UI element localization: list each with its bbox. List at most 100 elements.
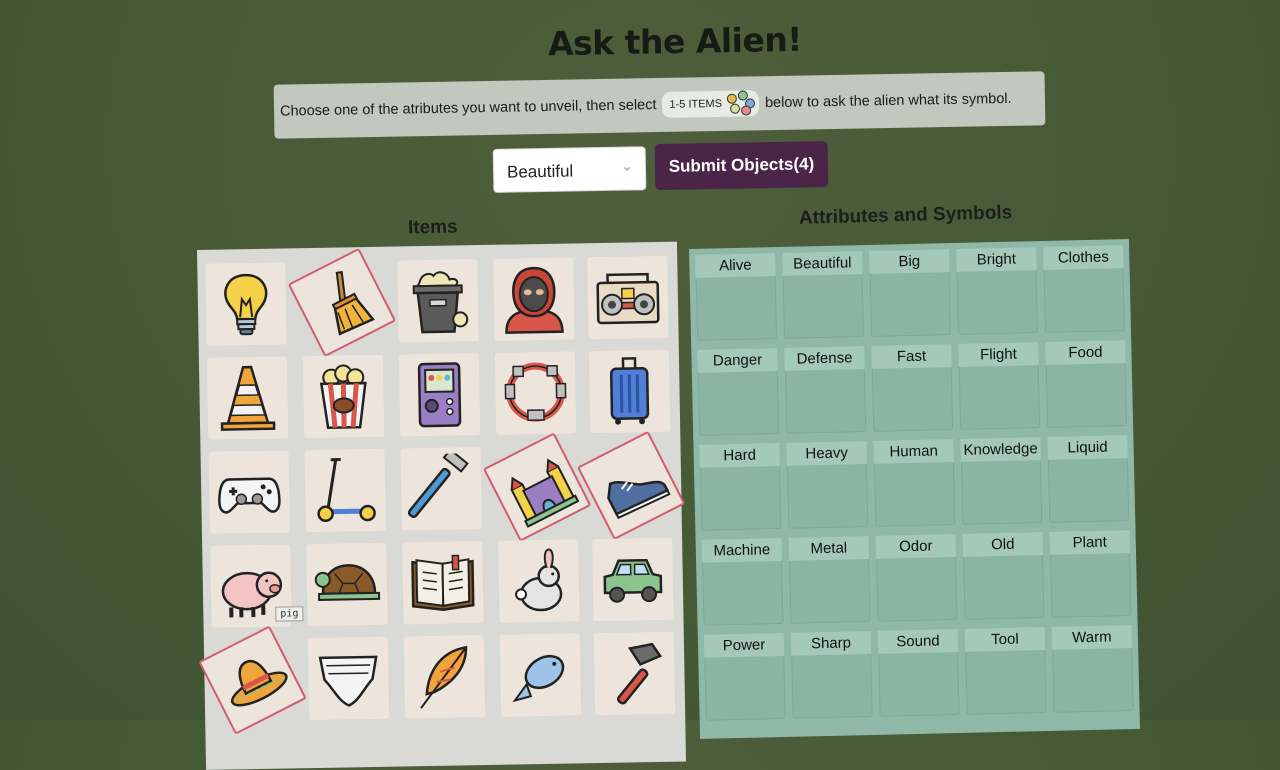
attribute-label: Hard: [699, 442, 780, 468]
diaper-icon: [318, 655, 378, 707]
attribute-label: Clothes: [1043, 245, 1124, 270]
attribute-cell[interactable]: Liquid: [1047, 435, 1130, 523]
item-turtle[interactable]: [306, 542, 388, 627]
attribute-cell[interactable]: Warm: [1051, 625, 1134, 713]
items-grid: pig: [197, 241, 687, 770]
item-tambourine[interactable]: [494, 351, 577, 435]
attribute-cell[interactable]: Bright: [956, 247, 1038, 335]
attribute-cell[interactable]: Fast: [871, 344, 954, 432]
item-car[interactable]: [592, 537, 674, 622]
attribute-cell[interactable]: Defense: [784, 346, 867, 434]
attribute-label: Human: [873, 439, 954, 464]
item-fish[interactable]: [499, 633, 582, 717]
attribute-cell[interactable]: Machine: [701, 537, 784, 626]
attribute-label: Alive: [695, 253, 776, 278]
attribute-cell[interactable]: Alive: [695, 253, 778, 341]
attribute-select-value: Beautiful: [506, 161, 574, 182]
submit-objects-button[interactable]: Submit Objects(4): [654, 141, 829, 191]
item-traffic-cone[interactable]: [206, 356, 289, 440]
game-controller-icon: [218, 477, 281, 514]
item-diaper[interactable]: [307, 636, 390, 721]
attribute-label: Beautiful: [782, 251, 863, 276]
item-hammer[interactable]: [593, 631, 676, 716]
item-popcorn[interactable]: [302, 354, 385, 439]
item-lightbulb[interactable]: [205, 262, 287, 346]
instructions-bar: Choose one of the atributes you want to …: [273, 71, 1046, 139]
turtle-icon: [314, 564, 381, 601]
attribute-cell[interactable]: Clothes: [1043, 245, 1125, 333]
attribute-label: Sharp: [790, 630, 872, 656]
attribute-cell[interactable]: Sound: [877, 629, 960, 717]
item-scooter[interactable]: [304, 448, 386, 533]
attribute-label: Metal: [788, 536, 870, 561]
attribute-label: Flight: [958, 342, 1039, 367]
items-count-label: 1-5 ITEMS: [669, 97, 723, 111]
attribute-label: Danger: [697, 348, 778, 373]
item-book[interactable]: [402, 541, 484, 625]
attribute-cell[interactable]: Power: [703, 632, 786, 721]
item-razor[interactable]: [400, 447, 482, 531]
items-dots-icon: [725, 90, 756, 116]
attribute-cell[interactable]: Hard: [699, 442, 782, 531]
item-broom[interactable]: [287, 247, 397, 358]
item-feather[interactable]: [403, 635, 486, 719]
attribute-cell[interactable]: Danger: [697, 348, 780, 436]
attribute-cell[interactable]: Plant: [1049, 530, 1132, 618]
attribute-cell[interactable]: Flight: [958, 342, 1041, 430]
attribute-label: Fast: [871, 344, 952, 369]
attributes-grid: Alive Beautiful Big Bright Clothes Dange…: [689, 239, 1141, 739]
item-hooded-person[interactable]: [493, 257, 575, 341]
attribute-cell[interactable]: Beautiful: [782, 251, 865, 339]
item-suitcase[interactable]: [588, 349, 671, 434]
attribute-cell[interactable]: Tool: [964, 627, 1047, 715]
attribute-label: Sound: [877, 629, 959, 654]
sombrero-icon: [230, 659, 288, 707]
handheld-game-icon: [417, 362, 462, 428]
attribute-label: Odor: [875, 534, 957, 559]
attribute-cell[interactable]: Sharp: [790, 630, 873, 719]
controls-row: Beautiful ⌄ Submit Objects(4): [492, 141, 829, 193]
attribute-cell[interactable]: Metal: [788, 536, 871, 624]
car-icon: [603, 558, 663, 603]
attribute-label: Warm: [1051, 625, 1133, 650]
rabbit-icon: [515, 548, 563, 612]
attribute-cell[interactable]: Big: [869, 249, 952, 337]
attribute-label: Defense: [784, 346, 865, 371]
item-sneaker[interactable]: [576, 430, 686, 541]
attribute-label: Food: [1045, 340, 1126, 365]
attribute-cell[interactable]: Food: [1045, 340, 1128, 428]
broom-icon: [331, 271, 375, 336]
boombox-icon: [596, 272, 660, 325]
item-rabbit[interactable]: [498, 539, 580, 623]
item-handheld-game[interactable]: [398, 353, 481, 437]
attribute-cell[interactable]: Odor: [875, 534, 958, 622]
scooter-icon: [317, 458, 376, 523]
attribute-label: Liquid: [1047, 435, 1128, 460]
popcorn-icon: [319, 364, 367, 430]
attribute-label: Bright: [956, 247, 1037, 272]
hooded-person-icon: [505, 266, 564, 334]
book-icon: [411, 554, 475, 612]
item-sombrero[interactable]: [198, 625, 307, 735]
bounce-castle-icon: [510, 458, 580, 528]
attribute-label: Machine: [701, 537, 783, 563]
attribute-label: Tool: [964, 627, 1046, 652]
item-game-controller[interactable]: [208, 450, 290, 534]
attribute-label: Plant: [1049, 530, 1131, 555]
attribute-cell[interactable]: Knowledge: [960, 437, 1043, 525]
hammer-icon: [616, 642, 663, 705]
attribute-cell[interactable]: Heavy: [786, 441, 869, 529]
item-trash-can[interactable]: [397, 259, 479, 343]
chevron-down-icon: ⌄: [621, 157, 634, 174]
attribute-cell[interactable]: Human: [873, 439, 956, 527]
attribute-cell[interactable]: Old: [962, 532, 1045, 620]
item-boombox[interactable]: [587, 255, 669, 340]
item-bounce-castle[interactable]: [482, 432, 592, 542]
attribute-label: Power: [703, 632, 785, 658]
attribute-select[interactable]: Beautiful ⌄: [492, 146, 647, 193]
items-count-pill: 1-5 ITEMS: [662, 90, 760, 118]
attribute-label: Big: [869, 249, 950, 274]
attribute-label: Old: [962, 532, 1044, 557]
attribute-label: Heavy: [786, 441, 867, 466]
page-title: Ask the Alien!: [547, 19, 803, 64]
